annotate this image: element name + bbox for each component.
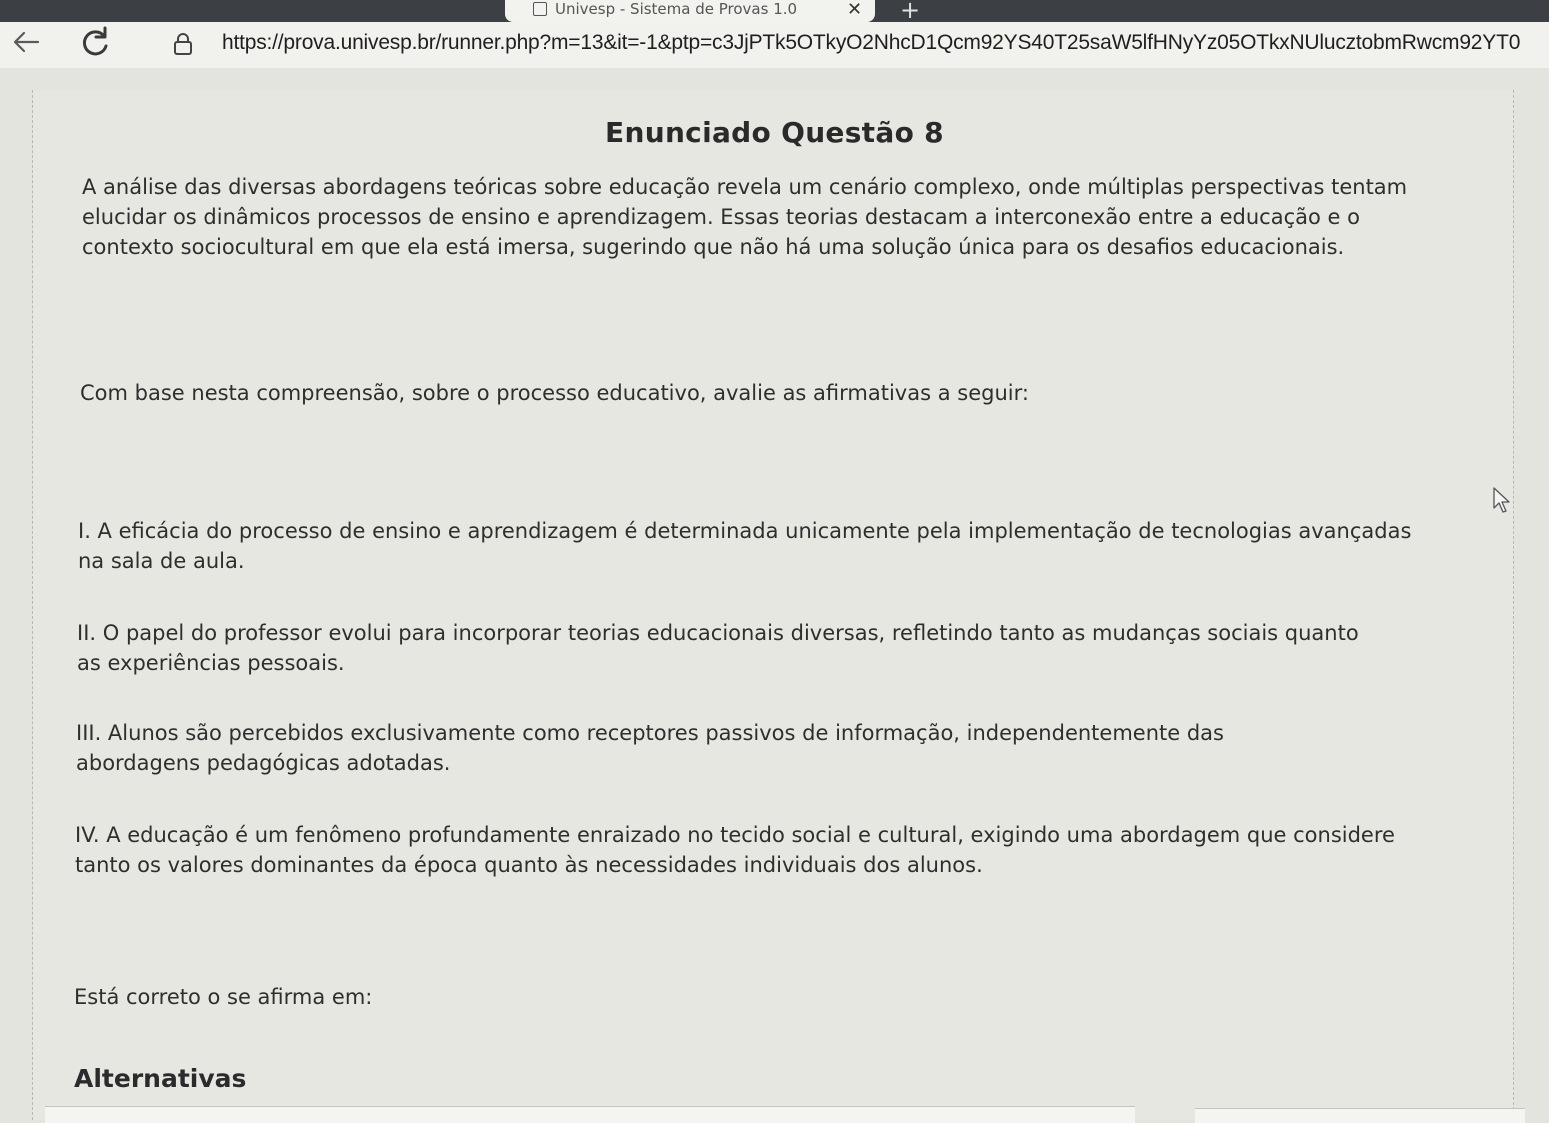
statement-i: I. A eficácia do processo de ensino e ap… — [78, 519, 1412, 573]
statement-iii: III. Alunos são percebidos exclusivament… — [76, 721, 1224, 775]
page-content: Enunciado Questão 8 A análise das divers… — [0, 68, 1549, 1123]
question-heading: Enunciado Questão 8 — [605, 116, 944, 149]
tab-title: Univesp - Sistema de Provas 1.0 — [555, 0, 798, 18]
browser-toolbar: https://prova.univesp.br/runner.php?m=13… — [0, 22, 1549, 68]
browser-tab[interactable]: Univesp - Sistema de Provas 1.0 ✕ — [505, 0, 875, 22]
new-tab-icon[interactable]: + — [900, 0, 920, 22]
back-arrow-icon[interactable] — [8, 24, 44, 60]
statement-iv: IV. A educação é um fenômeno profundamen… — [75, 823, 1395, 877]
question-prompt: Está correto o se afirma em: — [74, 985, 373, 1009]
question-base: Com base nesta compreensão, sobre o proc… — [80, 381, 1029, 405]
address-bar[interactable]: https://prova.univesp.br/runner.php?m=13… — [222, 28, 1520, 58]
question-intro: A análise das diversas abordagens teóric… — [82, 175, 1408, 259]
reload-icon[interactable] — [76, 24, 114, 62]
tab-close-icon[interactable]: ✕ — [847, 0, 862, 20]
lock-icon[interactable] — [172, 32, 194, 56]
page-icon — [533, 2, 547, 16]
tab-strip: Univesp - Sistema de Provas 1.0 ✕ + — [0, 0, 1549, 22]
alternatives-label: Alternativas — [74, 1064, 247, 1093]
alternative-option[interactable] — [45, 1106, 1135, 1123]
mouse-pointer-icon — [1493, 487, 1510, 513]
statement-ii: II. O papel do professor evolui para inc… — [77, 621, 1359, 675]
alternative-option[interactable] — [1195, 1108, 1525, 1123]
